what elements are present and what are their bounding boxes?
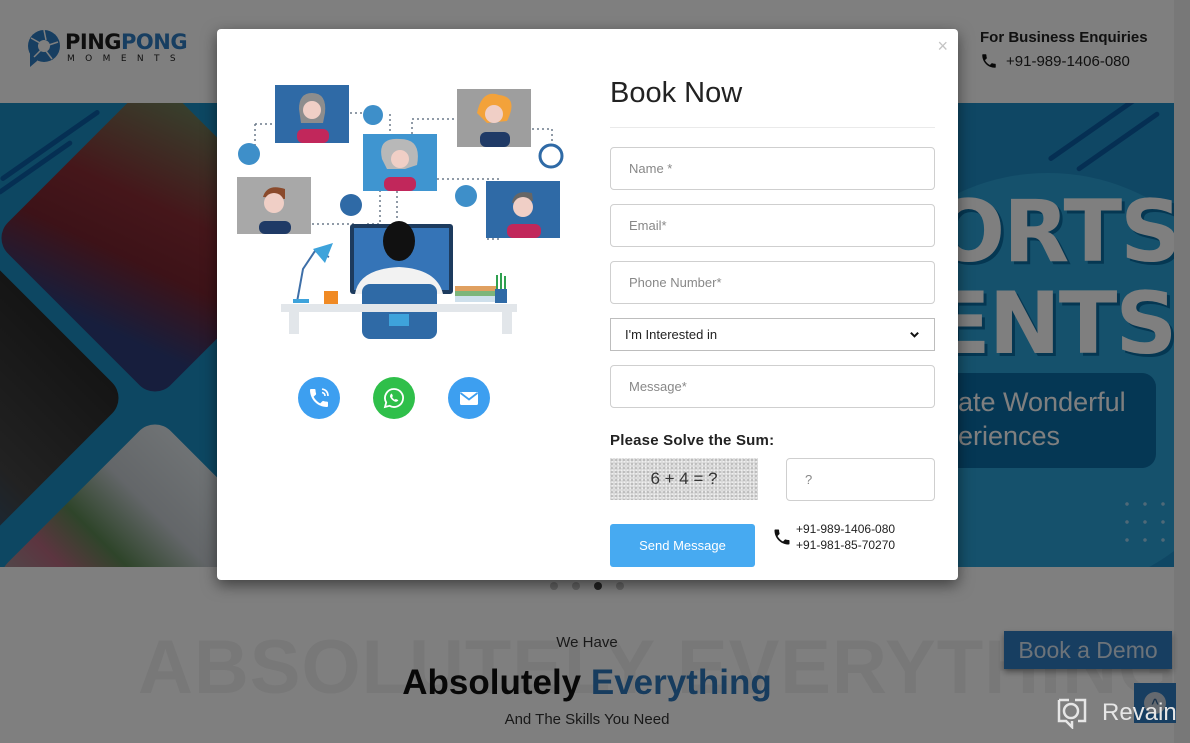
close-icon[interactable]: ×	[937, 37, 948, 55]
phone-call-icon[interactable]	[298, 377, 340, 419]
whatsapp-icon[interactable]	[373, 377, 415, 419]
phone-number-input[interactable]	[610, 261, 935, 304]
modal-phone-numbers: +91-989-1406-080 +91-981-85-70270	[772, 521, 895, 553]
modal-phone-2[interactable]: +91-981-85-70270	[796, 537, 895, 553]
modal-title: Book Now	[610, 77, 743, 109]
message-input[interactable]	[610, 365, 935, 408]
email-input[interactable]	[610, 204, 935, 247]
book-now-modal: × Book Now Name * Email* Phone Number* I…	[217, 29, 958, 580]
captcha-answer-input[interactable]	[786, 458, 935, 501]
revain-logo-icon	[1057, 698, 1087, 729]
email-icon[interactable]	[448, 377, 490, 419]
title-divider	[610, 127, 935, 128]
phone-icon	[774, 529, 790, 545]
captcha-question: 6 + 4 = ?	[610, 458, 758, 500]
interest-select-value: I'm Interested in	[625, 327, 718, 342]
name-input[interactable]	[610, 147, 935, 190]
modal-phone-1[interactable]: +91-989-1406-080	[796, 521, 895, 537]
chevron-down-icon	[910, 331, 919, 338]
interest-select[interactable]: I'm Interested in	[610, 318, 935, 351]
revain-watermark: Revain	[1056, 697, 1177, 729]
send-message-button[interactable]: Send Message	[610, 524, 755, 567]
contact-icons	[298, 377, 490, 419]
revain-label: Revain	[1102, 699, 1177, 726]
video-meeting-illustration	[237, 85, 564, 339]
captcha-label: Please Solve the Sum:	[610, 432, 775, 449]
